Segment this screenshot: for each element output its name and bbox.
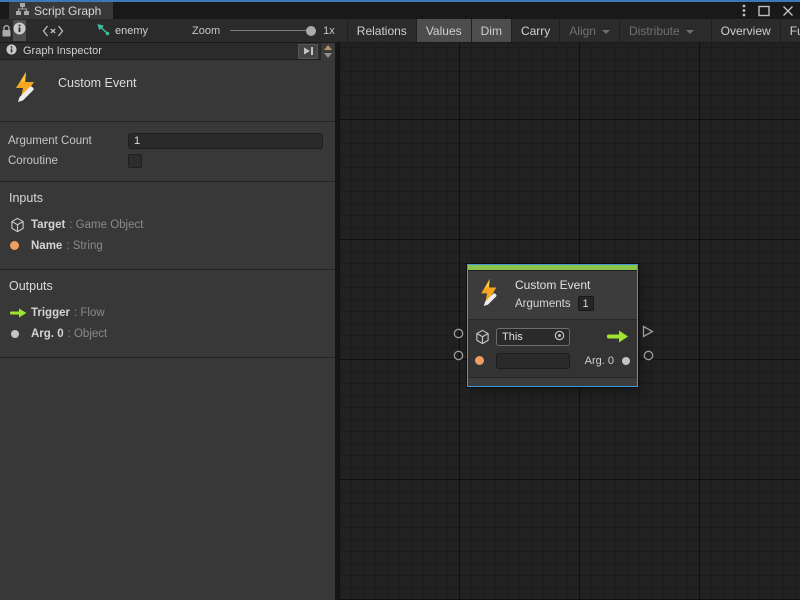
arguments-label: Arguments bbox=[515, 298, 571, 310]
info-icon bbox=[13, 22, 26, 40]
full-screen-button[interactable]: Full Screen bbox=[780, 19, 800, 42]
outputs-heading: Outputs bbox=[9, 279, 327, 293]
toolbar-buttons: Relations Values Dim Carry Align Distrib… bbox=[347, 19, 800, 42]
unit-options: Argument Count Coroutine bbox=[0, 122, 335, 182]
zoom-label: Zoom bbox=[192, 25, 220, 37]
custom-event-icon bbox=[11, 71, 43, 108]
trigger-output-icon[interactable] bbox=[606, 330, 629, 343]
chevron-down-icon bbox=[324, 53, 332, 58]
event-name-input[interactable] bbox=[496, 353, 570, 369]
coroutine-label: Coroutine bbox=[8, 155, 128, 167]
input-port-name[interactable] bbox=[453, 348, 464, 366]
arguments-count-box[interactable]: 1 bbox=[578, 296, 594, 311]
chevron-down-icon bbox=[602, 30, 610, 34]
input-port-target[interactable] bbox=[453, 326, 464, 344]
relations-button[interactable]: Relations bbox=[347, 19, 416, 42]
chevron-up-icon bbox=[324, 45, 332, 50]
zoom-slider-handle[interactable] bbox=[306, 26, 316, 36]
dim-button[interactable]: Dim bbox=[471, 19, 511, 42]
inputs-heading: Inputs bbox=[9, 191, 327, 205]
arg0-label: Arg. 0 bbox=[585, 355, 614, 367]
carry-button[interactable]: Carry bbox=[511, 19, 559, 42]
distribute-dropdown[interactable]: Distribute bbox=[619, 19, 703, 42]
panel-title: Graph Inspector bbox=[23, 45, 298, 57]
graph-name-label: enemy bbox=[115, 25, 148, 37]
node-footer bbox=[468, 377, 637, 386]
inspector-toggle-button[interactable] bbox=[13, 20, 26, 41]
outputs-section: Outputs Trigger : Flow Arg. 0 : Object bbox=[0, 270, 335, 358]
window-menu-icon[interactable] bbox=[742, 4, 746, 17]
window-controls bbox=[742, 3, 794, 18]
inspector-empty-area bbox=[0, 358, 335, 600]
target-object-field[interactable]: This bbox=[496, 328, 570, 346]
port-row-arg0: Arg. 0 : Object bbox=[8, 323, 327, 344]
node-header[interactable]: Custom Event Arguments 1 bbox=[468, 271, 637, 320]
panel-width-stepper[interactable] bbox=[320, 43, 335, 60]
main-area: Graph Inspector Custom Event bbox=[0, 43, 800, 600]
argument-count-row: Argument Count bbox=[8, 131, 323, 151]
unity-script-graph-window: Script Graph bbox=[0, 0, 800, 600]
tab-bar: Script Graph bbox=[0, 2, 800, 19]
flow-arrow-icon bbox=[8, 308, 31, 318]
cube-icon bbox=[8, 217, 31, 233]
object-picker-icon[interactable] bbox=[554, 328, 565, 346]
output-port-trigger[interactable] bbox=[642, 325, 654, 343]
tab-title: Script Graph bbox=[34, 4, 101, 18]
info-icon bbox=[6, 42, 17, 60]
node-row-arg0: Arg. 0 bbox=[475, 350, 630, 371]
argument-count-label: Argument Count bbox=[8, 135, 128, 147]
string-port-icon[interactable] bbox=[475, 356, 484, 365]
string-port-icon bbox=[10, 241, 19, 250]
overview-button[interactable]: Overview bbox=[711, 19, 780, 42]
coroutine-checkbox[interactable] bbox=[128, 154, 142, 168]
custom-event-node[interactable]: Custom Event Arguments 1 This bbox=[467, 264, 638, 387]
coroutine-row: Coroutine bbox=[8, 151, 323, 171]
target-object-value: This bbox=[502, 331, 554, 343]
port-row-name: Name : String bbox=[8, 235, 327, 256]
arg0-output-port[interactable] bbox=[622, 357, 630, 365]
chevron-down-icon bbox=[686, 30, 694, 34]
lock-icon[interactable] bbox=[0, 19, 13, 42]
graph-inspector-panel: Graph Inspector Custom Event bbox=[0, 43, 339, 600]
graph-canvas[interactable]: Custom Event Arguments 1 This bbox=[339, 43, 800, 600]
selected-unit-title: Custom Event bbox=[58, 76, 137, 108]
port-row-target: Target : Game Object bbox=[8, 214, 327, 235]
values-button[interactable]: Values bbox=[416, 19, 471, 42]
maximize-icon[interactable] bbox=[758, 5, 770, 17]
node-title: Custom Event bbox=[515, 278, 594, 292]
code-view-icon[interactable] bbox=[42, 19, 64, 42]
selected-unit-header: Custom Event bbox=[0, 60, 335, 122]
cube-icon bbox=[475, 329, 496, 345]
graph-name-indicator[interactable]: enemy bbox=[96, 19, 148, 42]
align-dropdown[interactable]: Align bbox=[559, 19, 619, 42]
zoom-control: Zoom 1x bbox=[192, 19, 345, 42]
node-row-target: This bbox=[475, 326, 630, 347]
argument-count-input[interactable] bbox=[128, 133, 323, 149]
zoom-slider[interactable] bbox=[230, 30, 316, 31]
inputs-section: Inputs Target : Game Object Name : Strin… bbox=[0, 182, 335, 270]
port-row-trigger: Trigger : Flow bbox=[8, 302, 327, 323]
script-graph-icon bbox=[16, 2, 29, 20]
custom-event-icon bbox=[477, 278, 504, 312]
graph-toolbar: enemy Zoom 1x Relations Values Dim Carry… bbox=[0, 19, 800, 43]
tab-script-graph[interactable]: Script Graph bbox=[9, 2, 113, 19]
output-port-arg0[interactable] bbox=[643, 348, 654, 366]
object-port-icon bbox=[11, 330, 19, 338]
collapse-panel-button[interactable] bbox=[298, 44, 318, 59]
zoom-value: 1x bbox=[323, 25, 335, 37]
graph-inspector-header: Graph Inspector bbox=[0, 43, 335, 60]
close-icon[interactable] bbox=[782, 5, 794, 17]
graph-icon bbox=[96, 23, 110, 39]
node-body: This Arg. 0 bbox=[468, 320, 637, 377]
